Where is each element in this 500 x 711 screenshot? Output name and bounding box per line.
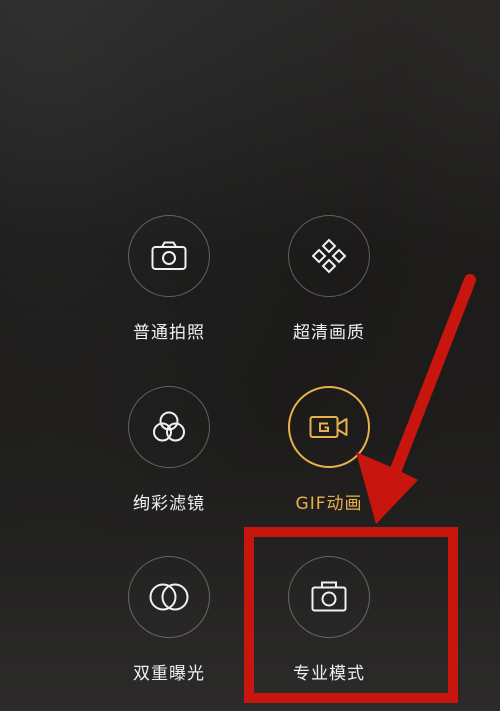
mode-normal-photo[interactable]: 普通拍照 bbox=[89, 215, 249, 343]
mode-normal-photo-button[interactable] bbox=[128, 215, 210, 297]
mode-hd-quality[interactable]: 超清画质 bbox=[249, 215, 409, 343]
mode-gif-animation[interactable]: GIF动画 bbox=[249, 386, 409, 514]
mode-double-exposure-button[interactable] bbox=[128, 556, 210, 638]
gif-video-icon bbox=[309, 416, 348, 438]
mode-pro[interactable]: 专业模式 bbox=[249, 556, 409, 684]
mode-normal-photo-label[interactable]: 普通拍照 bbox=[89, 323, 249, 343]
mode-color-filter-label[interactable]: 绚彩滤镜 bbox=[89, 494, 249, 514]
mode-gif-animation-button[interactable] bbox=[288, 386, 370, 468]
camera-icon bbox=[151, 241, 187, 270]
mode-double-exposure-label[interactable]: 双重曝光 bbox=[89, 664, 249, 684]
mode-pro-label[interactable]: 专业模式 bbox=[249, 664, 409, 684]
mode-hd-quality-label[interactable]: 超清画质 bbox=[249, 323, 409, 343]
mode-color-filter-button[interactable] bbox=[128, 386, 210, 468]
color-filter-icon bbox=[153, 411, 185, 442]
double-exposure-icon bbox=[149, 583, 189, 611]
mode-color-filter[interactable]: 绚彩滤镜 bbox=[89, 386, 249, 514]
pro-camera-icon bbox=[311, 581, 347, 612]
mode-pro-button[interactable] bbox=[288, 556, 370, 638]
diamond-grid-icon bbox=[311, 238, 347, 274]
mode-gif-animation-label[interactable]: GIF动画 bbox=[249, 494, 409, 514]
mode-double-exposure[interactable]: 双重曝光 bbox=[89, 556, 249, 684]
mode-hd-quality-button[interactable] bbox=[288, 215, 370, 297]
